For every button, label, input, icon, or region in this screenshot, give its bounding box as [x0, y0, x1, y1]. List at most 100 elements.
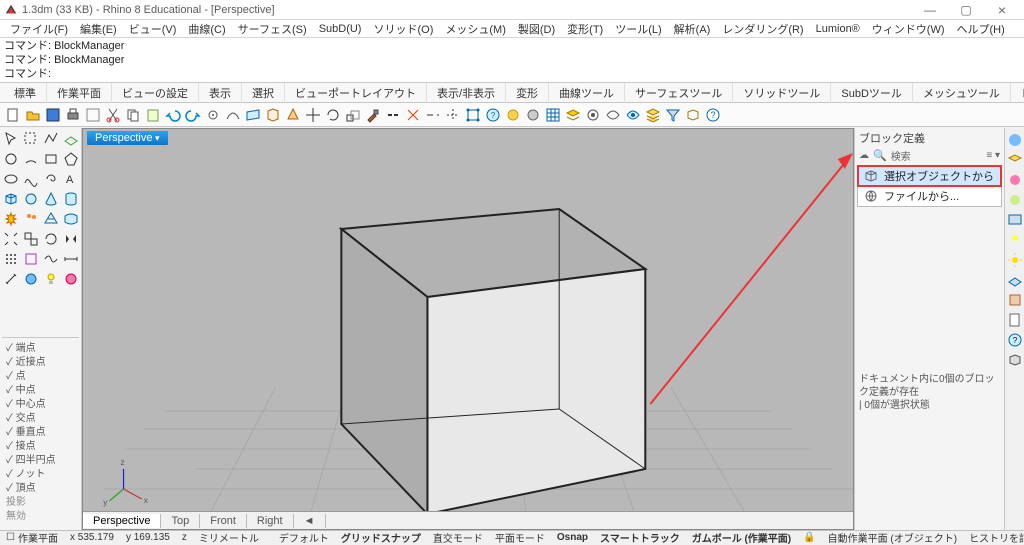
cage-icon[interactable] [22, 250, 40, 268]
mesh-icon[interactable] [42, 210, 60, 228]
split-icon[interactable] [444, 106, 462, 124]
block-from-file[interactable]: ファイルから... [858, 186, 1001, 206]
copy-icon[interactable] [124, 106, 142, 124]
status-units[interactable]: ミリメートル [193, 530, 265, 545]
osnap-project[interactable]: 投影 [6, 496, 75, 510]
flow-icon[interactable] [42, 250, 60, 268]
ground-tab-icon[interactable] [1007, 272, 1023, 288]
menu-solid[interactable]: ソリッド(O) [367, 21, 439, 37]
osnap-cen[interactable]: 中心点 [6, 398, 75, 412]
render-tab-icon[interactable] [1007, 192, 1023, 208]
osnap-tan[interactable]: 接点 [6, 440, 75, 454]
join-icon[interactable] [384, 106, 402, 124]
menu-file[interactable]: ファイル(F) [4, 21, 74, 37]
tab-display[interactable]: 表示 [199, 83, 242, 103]
libraries-tab-icon[interactable] [1007, 292, 1023, 308]
tab-transform[interactable]: 変形 [506, 83, 549, 103]
explode-icon[interactable] [404, 106, 422, 124]
status-gumball[interactable]: ガムボール (作業平面) [686, 530, 797, 545]
osnap-vertex[interactable]: 頂点 [6, 482, 75, 496]
options-icon[interactable] [584, 106, 602, 124]
vp-tab-more[interactable]: ◄ [294, 514, 326, 528]
dim-icon[interactable] [62, 250, 80, 268]
copy2-icon[interactable] [22, 230, 40, 248]
layers-tab-icon[interactable] [1007, 152, 1023, 168]
paste-icon[interactable] [144, 106, 162, 124]
menu-window[interactable]: ウィンドウ(W) [866, 21, 951, 37]
display-tab-icon[interactable] [1007, 212, 1023, 228]
both-icon[interactable] [84, 106, 102, 124]
search-label[interactable]: 検索 [891, 148, 911, 163]
tab-surfacetools[interactable]: サーフェスツール [625, 83, 733, 103]
menu-icon[interactable]: ≡ ▾ [986, 150, 1000, 161]
sphere-icon[interactable] [22, 190, 40, 208]
rect-icon[interactable] [42, 150, 60, 168]
trim-icon[interactable] [424, 106, 442, 124]
vp-tab-top[interactable]: Top [161, 514, 200, 528]
menu-tools[interactable]: ツール(L) [609, 21, 667, 37]
cone-icon[interactable] [42, 190, 60, 208]
render-icon[interactable] [504, 106, 522, 124]
osnap-disable[interactable]: 無効 [6, 510, 75, 524]
hide-icon[interactable] [604, 106, 622, 124]
spiral-icon[interactable] [42, 170, 60, 188]
tab-standard[interactable]: 標準 [4, 83, 47, 103]
box3-icon[interactable] [2, 190, 20, 208]
menu-draft[interactable]: 製図(D) [512, 21, 561, 37]
pyramid-icon[interactable] [284, 106, 302, 124]
menu-edit[interactable]: 編集(E) [74, 21, 123, 37]
ellipse-icon[interactable] [2, 170, 20, 188]
menu-curve[interactable]: 曲線(C) [182, 21, 231, 37]
circle-icon[interactable] [2, 150, 20, 168]
explode2-icon[interactable] [2, 210, 20, 228]
lasso-icon[interactable] [22, 130, 40, 148]
selcrv-icon[interactable] [224, 106, 242, 124]
tab-subdtools[interactable]: SubDツール [831, 83, 913, 103]
selpt-icon[interactable] [204, 106, 222, 124]
filter-icon[interactable] [664, 106, 682, 124]
show-icon[interactable] [624, 106, 642, 124]
tab-layout[interactable]: ビューポートレイアウト [285, 83, 427, 103]
tab-select[interactable]: 選択 [242, 83, 285, 103]
layer-icon[interactable] [564, 106, 582, 124]
print-icon[interactable] [64, 106, 82, 124]
osnap-point[interactable]: 点 [6, 370, 75, 384]
undo-icon[interactable] [164, 106, 182, 124]
vp-tab-right[interactable]: Right [247, 514, 294, 528]
mirror-icon[interactable] [62, 230, 80, 248]
box-icon[interactable] [684, 106, 702, 124]
curve-icon[interactable] [22, 170, 40, 188]
light-tab-icon[interactable] [1007, 232, 1023, 248]
viewport-title[interactable]: Perspective [87, 131, 168, 145]
grid-icon[interactable] [544, 106, 562, 124]
minimize-button[interactable]: — [912, 3, 948, 17]
menu-analyze[interactable]: 解析(A) [668, 21, 717, 37]
polygon-icon[interactable] [62, 150, 80, 168]
osnap-end[interactable]: 端点 [6, 342, 75, 356]
status-planar[interactable]: 平面モード [489, 530, 551, 545]
cyl-icon[interactable] [62, 190, 80, 208]
cut-icon[interactable] [104, 106, 122, 124]
scale-icon[interactable] [344, 106, 362, 124]
status-lock-icon[interactable]: 🔒 [797, 532, 821, 543]
block-tab-icon[interactable] [1007, 352, 1023, 368]
rot2-icon[interactable] [42, 230, 60, 248]
cplane-icon[interactable] [62, 130, 80, 148]
vp-tab-perspective[interactable]: Perspective [83, 514, 161, 528]
people-icon[interactable] [22, 210, 40, 228]
vp-tab-front[interactable]: Front [200, 514, 247, 528]
move2-icon[interactable] [2, 230, 20, 248]
ptson-icon[interactable] [464, 106, 482, 124]
status-autocplane[interactable]: 自動作業平面 (オブジェクト) [822, 530, 963, 545]
status-ortho[interactable]: 直交モード [427, 530, 489, 545]
polyline-icon[interactable] [42, 130, 60, 148]
menu-render[interactable]: レンダリング(R) [716, 21, 809, 37]
redo-icon[interactable] [184, 106, 202, 124]
light-icon[interactable] [42, 270, 60, 288]
status-gridsnap[interactable]: グリッドスナップ [335, 530, 427, 545]
command-prompt[interactable]: コマンド: [4, 67, 1020, 81]
tab-viewset[interactable]: ビューの設定 [112, 83, 199, 103]
help-icon[interactable]: ? [704, 106, 722, 124]
array-icon[interactable] [2, 250, 20, 268]
save-icon[interactable] [44, 106, 62, 124]
